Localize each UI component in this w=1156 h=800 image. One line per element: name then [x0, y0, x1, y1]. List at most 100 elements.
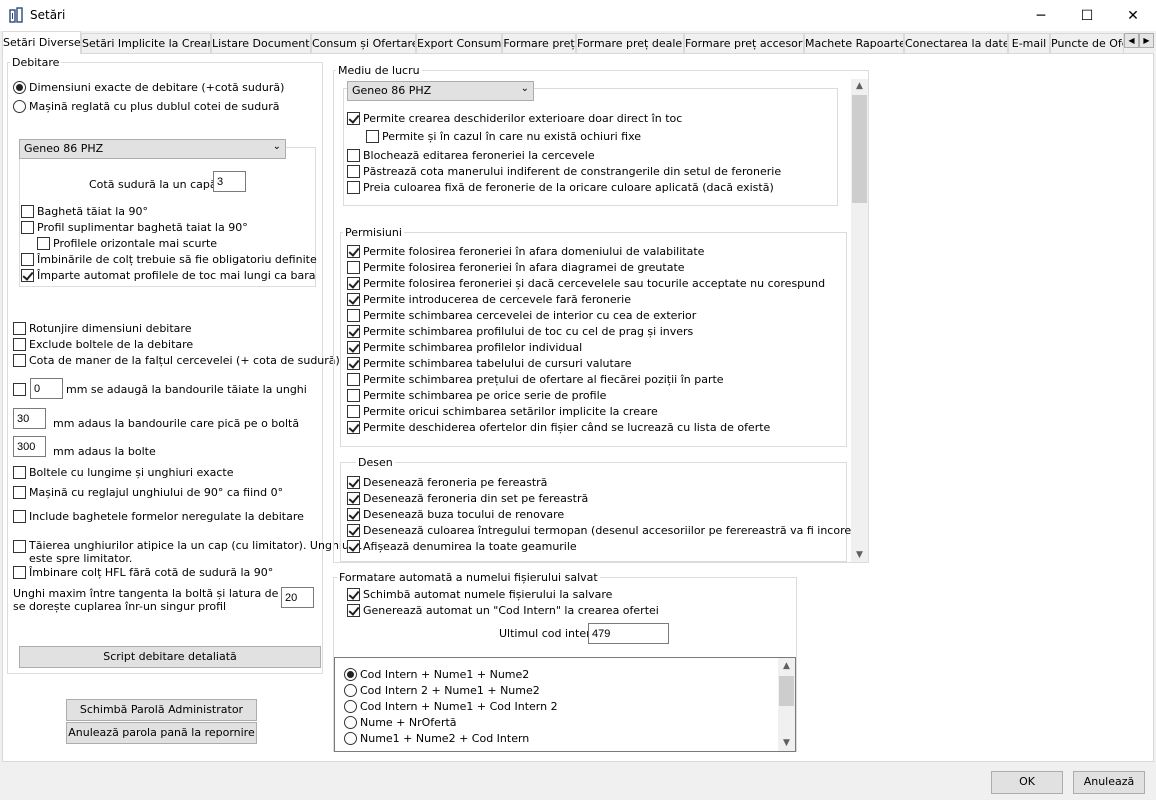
script-debitare-button[interactable]: Script debitare detaliată	[19, 646, 321, 668]
radio-machine-double-weld[interactable]: Mașină reglată cu plus dublul cotei de s…	[13, 100, 279, 113]
ok-button[interactable]: OK	[991, 771, 1063, 794]
format-option-radio[interactable]: Nume + NrOfertă	[344, 716, 457, 729]
permisiune-item[interactable]: Permite schimbarea pe orice serie de pro…	[347, 389, 606, 402]
desen-item[interactable]: Desenează culoarea întregului termopan (…	[347, 524, 866, 537]
tab-scroll-left-button[interactable]: ◀	[1124, 33, 1139, 48]
permisiune-item[interactable]: Permite schimbarea cercevelei de interio…	[347, 309, 696, 322]
change-admin-password-button[interactable]: Schimbă Parolă Administrator	[66, 699, 257, 721]
checkbox-icon	[347, 588, 360, 601]
unghi-maxim-label: Unghi maxim între tangenta la boltă și l…	[13, 587, 306, 613]
cb-genereaza-cod-intern[interactable]: Generează automat un "Cod Intern" la cre…	[347, 604, 659, 617]
format-option-radio[interactable]: Nume1 + Nume2 + Cod Intern	[344, 732, 529, 745]
format-option-radio[interactable]: Cod Intern 2 + Nume1 + Nume2	[344, 684, 540, 697]
tab-export-consum[interactable]: Export Consum	[416, 33, 502, 53]
scroll-thumb[interactable]	[852, 95, 867, 203]
cb-fara-ochiuri-fixe[interactable]: Permite și în cazul în care nu există oc…	[366, 130, 641, 143]
checkbox-icon	[21, 269, 34, 282]
checkbox-icon	[13, 338, 26, 351]
desen-item[interactable]: Afișează denumirea la toate geamurile	[347, 540, 577, 553]
permisiune-item[interactable]: Permite oricui schimbarea setărilor impl…	[347, 405, 658, 418]
scroll-down-icon[interactable]: ▼	[778, 736, 795, 750]
format-scrollbar[interactable]: ▲ ▼	[778, 658, 795, 751]
cb-include-baghete[interactable]: Include baghetele formelor neregulate la…	[13, 510, 304, 523]
permisiune-item[interactable]: Permite schimbarea tabelului de cursuri …	[347, 357, 632, 370]
scroll-down-icon[interactable]: ▼	[851, 548, 868, 562]
format-option-radio[interactable]: Cod Intern + Nume1 + Cod Intern 2	[344, 700, 558, 713]
cb-preia-culoarea[interactable]: Preia culoarea fixă de feronerie de la o…	[347, 181, 774, 194]
permisiune-item[interactable]: Permite schimbarea prețului de ofertare …	[347, 373, 724, 386]
scroll-thumb[interactable]	[779, 676, 794, 706]
cb-imbinare-hfl[interactable]: Îmbinare colț HFL fără cotă de sudură la…	[13, 566, 273, 579]
checkbox-icon	[347, 149, 360, 162]
tab-conectarea-la-date[interactable]: Conectarea la date	[904, 33, 1008, 53]
permisiune-item[interactable]: Permite folosirea feroneriei în afara do…	[347, 245, 704, 258]
mediu-machine-select[interactable]: Geneo 86 PHZ ⌄	[347, 81, 534, 101]
permisiune-item[interactable]: Permite deschiderea ofertelor din fișier…	[347, 421, 770, 434]
maximize-button[interactable]: ☐	[1064, 0, 1110, 31]
cb-pastreaza-cota-maner[interactable]: Păstrează cota manerului indiferent de c…	[347, 165, 781, 178]
cb-masina-unghi[interactable]: Mașină cu reglajul unghiului de 90° ca f…	[13, 486, 283, 499]
scroll-up-icon[interactable]: ▲	[851, 79, 868, 93]
checkbox-icon	[21, 205, 34, 218]
tab-scroll-right-button[interactable]: ▶	[1139, 33, 1154, 48]
cb-rotunjire[interactable]: Rotunjire dimensiuni debitare	[13, 322, 191, 335]
desen-item[interactable]: Desenează feroneria pe fereastră	[347, 476, 547, 489]
chevron-down-icon: ⌄	[520, 83, 529, 94]
tab-setari-implicite[interactable]: Setări Implicite la Creare	[81, 33, 211, 53]
tab-machete-rapoarte[interactable]: Machete Rapoarte	[804, 33, 904, 53]
cb-bolte-lungime[interactable]: Boltele cu lungime și unghiuri exacte	[13, 466, 234, 479]
mediu-scrollbar[interactable]: ▲ ▼	[851, 79, 868, 562]
checkbox-icon	[347, 405, 360, 418]
tab-formare-pret-accesorii[interactable]: Formare preț accesorii	[684, 33, 804, 53]
tab-setari-diverse[interactable]: Setări Diverse	[2, 31, 81, 54]
tab-puncte-de-ofertare[interactable]: Puncte de Ofe	[1050, 33, 1124, 53]
checkbox-icon	[13, 486, 26, 499]
permisiune-item[interactable]: Permite schimbarea profilului de toc cu …	[347, 325, 693, 338]
ultimul-cod-input[interactable]	[588, 623, 669, 644]
cb-profil-suplimentar[interactable]: Profil suplimentar baghetă taiat la 90°	[21, 221, 248, 234]
app-icon	[9, 7, 23, 23]
tab-listare-documente[interactable]: Listare Documente	[211, 33, 311, 53]
tab-formare-pret-dealer[interactable]: Formare preț dealer	[576, 33, 684, 53]
radio-exact-dimensions[interactable]: Dimensiuni exacte de debitare (+cotă sud…	[13, 81, 284, 94]
cb-imbinari-colt[interactable]: Îmbinările de colț trebuie să fie obliga…	[21, 253, 317, 266]
cb-imparte-automat[interactable]: Împarte automat profilele de toc mai lun…	[21, 269, 316, 282]
cb-exclude-boltele[interactable]: Exclude boltele de la debitare	[13, 338, 193, 351]
desen-item[interactable]: Desenează feroneria din set pe fereastră	[347, 492, 588, 505]
tab-formare-pret[interactable]: Formare preț	[502, 33, 576, 53]
cb-schimba-nume-fisier[interactable]: Schimbă automat numele fișierului la sal…	[347, 588, 612, 601]
checkbox-icon	[347, 181, 360, 194]
cancel-button[interactable]: Anulează	[1073, 771, 1145, 794]
cb-bagheta-90[interactable]: Baghetă tăiat la 90°	[21, 205, 148, 218]
cb-deschideri-exterioare[interactable]: Permite crearea deschiderilor exterioare…	[347, 112, 682, 125]
cb-profile-orizontale[interactable]: Profilele orizontale mai scurte	[37, 237, 217, 250]
bolte-input[interactable]	[13, 436, 46, 457]
cb-bandouri-unghi[interactable]	[13, 383, 29, 396]
checkbox-icon	[347, 492, 360, 505]
debitare-machine-select[interactable]: Geneo 86 PHZ ⌄	[19, 139, 286, 159]
permisiune-item[interactable]: Permite introducerea de cercevele fară f…	[347, 293, 631, 306]
format-option-radio[interactable]: Cod Intern + Nume1 + Nume2	[344, 668, 529, 681]
window-title: Setări	[30, 8, 66, 22]
minimize-button[interactable]: ─	[1018, 0, 1064, 31]
format-options-list: Cod Intern + Nume1 + Nume2 Cod Intern 2 +…	[334, 657, 796, 752]
scroll-up-icon[interactable]: ▲	[778, 659, 795, 673]
unghi-maxim-input[interactable]	[281, 587, 314, 608]
checkbox-icon	[347, 524, 360, 537]
cancel-password-button[interactable]: Anulează parola pană la repornire	[66, 722, 257, 744]
permisiune-item[interactable]: Permite folosirea feroneriei în afara di…	[347, 261, 685, 274]
cb-cota-maner[interactable]: Cota de maner de la falțul cercevelei (+…	[13, 354, 340, 367]
bandouri-input[interactable]	[30, 378, 63, 399]
permisiune-item[interactable]: Permite schimbarea profilelor individual	[347, 341, 582, 354]
permisiune-item[interactable]: Permite folosirea feroneriei și dacă cer…	[347, 277, 825, 290]
desen-item[interactable]: Desenează buza tocului de renovare	[347, 508, 564, 521]
cb-blocheaza-feronerie[interactable]: Blochează editarea feroneriei la cerceve…	[347, 149, 595, 162]
cb-taierea-unghiurilor[interactable]: Tăierea unghiurilor atipice la un cap (c…	[13, 539, 363, 565]
close-button[interactable]: ✕	[1110, 0, 1156, 31]
tab-consum-ofertare[interactable]: Consum și Ofertare	[311, 33, 416, 53]
weld-input[interactable]	[213, 171, 246, 192]
bolta-input[interactable]	[13, 408, 46, 429]
weld-label: Cotă sudură la un capăt:	[89, 178, 225, 191]
tab-email[interactable]: E-mail	[1008, 33, 1050, 53]
checkbox-icon	[347, 421, 360, 434]
